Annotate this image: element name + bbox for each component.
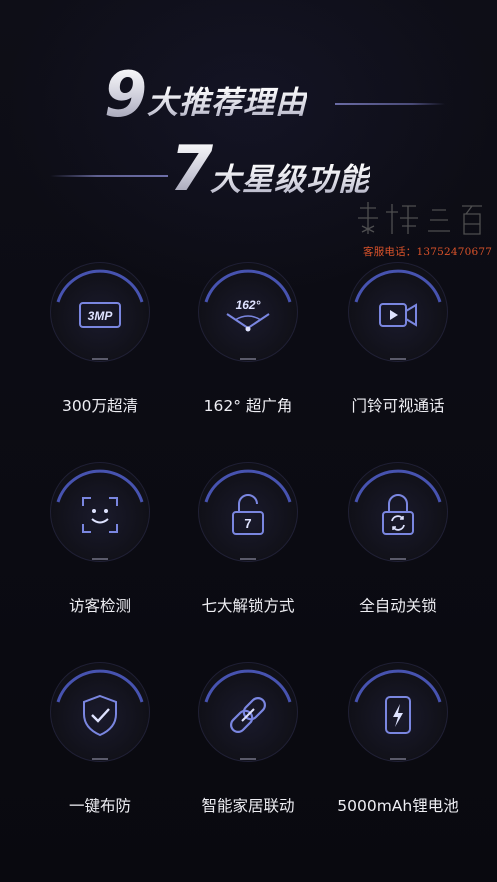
feature-video-call: 门铃可视通话: [318, 258, 478, 428]
battery-icon: [385, 696, 411, 734]
feature-dash: [390, 358, 406, 360]
unlock-icon: 7: [232, 494, 264, 535]
headline-line-right: [335, 103, 445, 105]
feature-3mp: 3MP 300万超清: [20, 258, 180, 428]
wide-angle-icon-text: 162°: [236, 298, 261, 312]
feature-label: 162° 超广角: [203, 397, 293, 415]
feature-smart-home: 智能家居联动: [168, 658, 328, 828]
watermark-seal: [358, 202, 482, 235]
feature-label: 全自动关锁: [359, 597, 437, 615]
headline-number-2: 7: [170, 132, 214, 205]
feature-label: 门铃可视通话: [351, 397, 445, 415]
feature-seven-unlock: 7 七大解锁方式: [168, 458, 328, 628]
feature-dash: [390, 758, 406, 760]
headline-title-1: 大推荐理由: [147, 85, 307, 121]
feature-label: 智能家居联动: [201, 797, 295, 815]
feature-dash: [92, 358, 108, 360]
shield-icon: [83, 694, 117, 737]
link-icon: [230, 697, 266, 733]
face-detect-icon: [82, 497, 118, 533]
3mp-icon: 3MP: [79, 302, 121, 328]
headline-title-2: 大星级功能: [210, 162, 370, 198]
wide-angle-icon: 162°: [226, 298, 270, 332]
feature-auto-lock: 全自动关锁: [318, 458, 478, 628]
unlock-icon-text: 7: [244, 516, 251, 531]
feature-label: 一键布防: [68, 797, 131, 815]
feature-dash: [240, 358, 256, 360]
feature-dash: [240, 558, 256, 560]
feature-visitor-detect: 访客检测: [20, 458, 180, 628]
headline: 9 大推荐理由 7 大星级功能: [0, 0, 497, 230]
feature-label: 300万超清: [61, 397, 139, 415]
feature-dash: [390, 558, 406, 560]
feature-dash: [92, 558, 108, 560]
3mp-icon-text: 3MP: [88, 309, 114, 323]
feature-label: 访客检测: [68, 597, 131, 615]
feature-dash: [92, 758, 108, 760]
headline-line-left: [50, 175, 168, 177]
feature-label: 5000mAh锂电池: [337, 797, 459, 815]
feature-wide-angle: 162° 162° 超广角: [168, 258, 328, 428]
feature-one-key-arm: 一键布防: [20, 658, 180, 828]
feature-label: 七大解锁方式: [201, 597, 295, 615]
auto-lock-icon: [382, 494, 414, 535]
headline-number-1: 9: [104, 58, 148, 131]
video-call-icon: [379, 303, 417, 327]
feature-dash: [240, 758, 256, 760]
feature-battery: 5000mAh锂电池: [318, 658, 478, 828]
